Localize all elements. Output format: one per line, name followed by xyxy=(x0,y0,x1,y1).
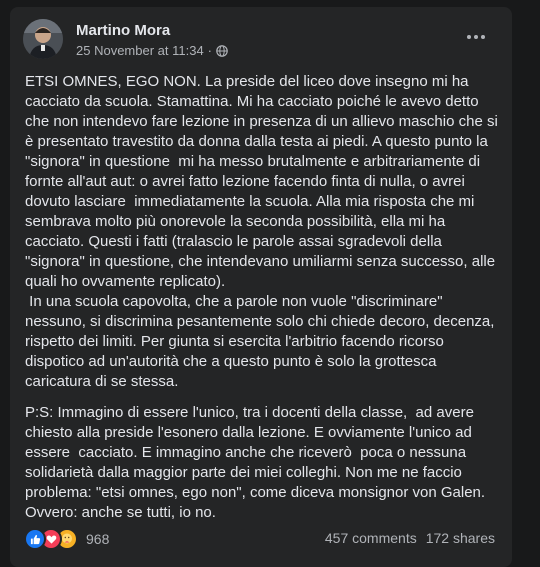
avatar-photo xyxy=(23,19,63,59)
reactions-summary[interactable]: 968 xyxy=(24,528,109,550)
reaction-count[interactable]: 968 xyxy=(86,531,109,547)
post-paragraph-1: ETSI OMNES, EGO NON. La preside del lice… xyxy=(25,73,498,390)
engagement-stats: 457 comments 172 shares xyxy=(325,530,495,546)
meta-separator: · xyxy=(207,43,213,58)
like-icon xyxy=(24,528,46,550)
post-paragraph-2: P:S: Immagino di essere l'unico, tra i d… xyxy=(25,404,490,521)
comments-count[interactable]: 457 comments xyxy=(325,530,417,546)
author-name[interactable]: Martino Mora xyxy=(76,22,170,40)
post-meta: 25 November at 11:34 · xyxy=(76,43,228,59)
post-card: Martino Mora 25 November at 11:34 · ETSI… xyxy=(10,7,512,567)
timestamp[interactable]: 25 November at 11:34 xyxy=(76,43,204,59)
globe-icon[interactable] xyxy=(216,45,228,57)
more-dots-icon[interactable] xyxy=(464,29,488,45)
shares-count[interactable]: 172 shares xyxy=(426,530,495,546)
avatar[interactable] xyxy=(23,19,63,59)
post-body: ETSI OMNES, EGO NON. La preside del lice… xyxy=(25,72,505,534)
